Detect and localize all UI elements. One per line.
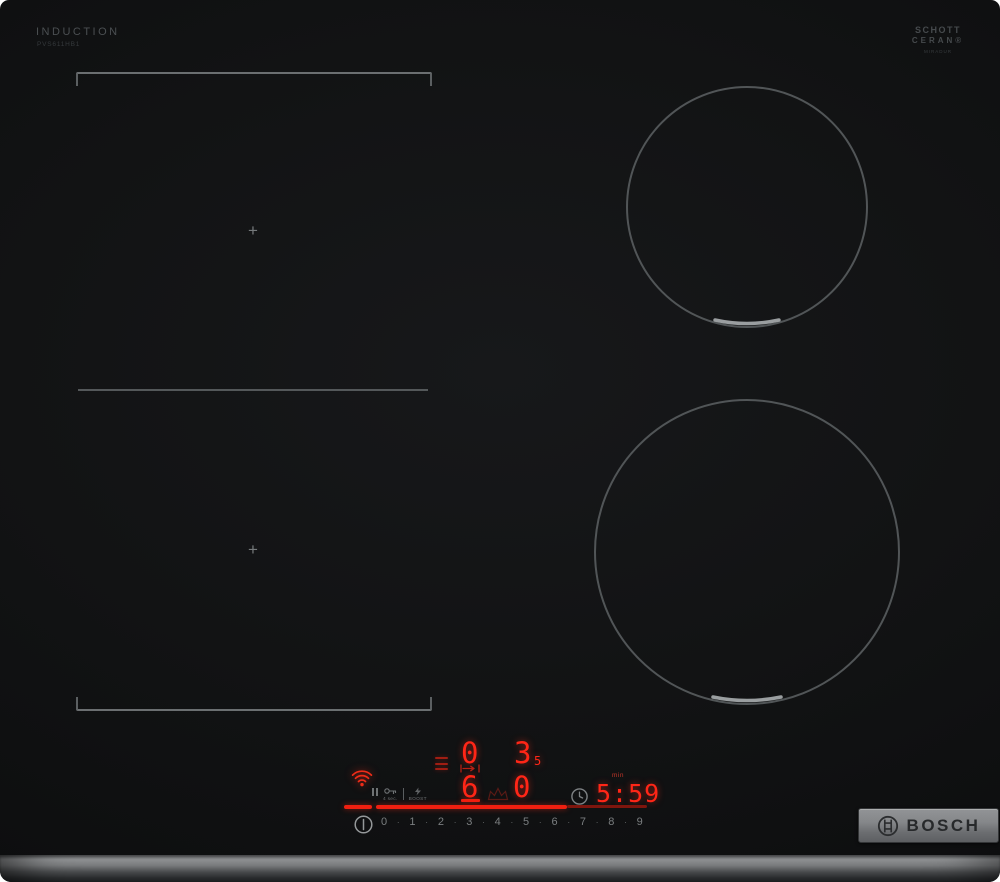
bosch-symbol-icon (877, 815, 898, 836)
front-right-zone-marker (711, 695, 783, 703)
front-right-zone-circle (594, 399, 900, 705)
clock-icon[interactable] (570, 787, 589, 806)
bosch-logo-text: BOSCH (906, 815, 981, 835)
power-button[interactable] (353, 814, 374, 835)
scale-number-0[interactable]: 0 (381, 816, 387, 828)
schott-line1: SCHOTT (915, 25, 961, 35)
front-trim-strip (0, 855, 1000, 882)
boost-button[interactable]: BOOST (409, 787, 427, 802)
menu-lines-icon (435, 757, 448, 774)
timer-unit-label: min (612, 772, 624, 779)
bosch-badge: BOSCH (858, 808, 999, 843)
scale-number-2[interactable]: 2 (438, 816, 444, 828)
pause-icon (372, 788, 378, 796)
scale-number-1[interactable]: 1 (409, 816, 415, 828)
wifi-icon (351, 770, 373, 787)
scale-dot: · (510, 817, 514, 827)
scale-number-5[interactable]: 5 (523, 816, 529, 828)
scale-dot: · (595, 817, 599, 827)
schott-line2: CERAN® (911, 36, 965, 45)
key-lock-button[interactable]: 4 sec. (383, 787, 398, 802)
induction-hob-surface: INDUCTION PVS611HB1 SCHOTT CERAN® MIRADU… (0, 0, 1000, 882)
flex-rear-center-cross: + (248, 221, 258, 240)
scale-number-6[interactable]: 6 (551, 816, 557, 828)
slider-segment-main[interactable] (376, 805, 567, 809)
slider-segment-left[interactable] (344, 805, 372, 809)
boost-icon (415, 787, 422, 796)
right-front-level-display[interactable]: 0 (513, 773, 530, 802)
boost-label: BOOST (408, 797, 427, 802)
left-front-level-display[interactable]: 6 (461, 773, 478, 802)
scale-dot: · (453, 817, 457, 827)
schott-ceran-logo: SCHOTT CERAN® MIRADUR (908, 25, 968, 54)
key-lock-label: 4 sec. (383, 797, 398, 802)
control-divider (402, 788, 404, 800)
selected-zone-underline (461, 799, 480, 802)
scale-number-8[interactable]: 8 (608, 816, 614, 828)
induction-label: INDUCTION (36, 26, 120, 38)
scale-dot: · (425, 817, 429, 827)
scale-number-4[interactable]: 4 (495, 816, 501, 828)
power-scale[interactable]: 0 · 1 · 2 · 3 · 4 · 5 · 6 · 7 · 8 · 9 (381, 816, 643, 828)
model-number: PVS611HB1 (37, 41, 81, 48)
fry-sensor-icon (487, 787, 509, 801)
schott-subtext: MIRADUR (924, 49, 952, 54)
pause-button[interactable] (372, 787, 378, 796)
timer-display: 5:59 (596, 779, 661, 808)
slider-segment-dim[interactable] (567, 805, 647, 808)
scale-dot: · (538, 817, 542, 827)
right-rear-half-step-display: 5 (534, 754, 542, 768)
scale-dot: · (624, 817, 628, 827)
scale-number-9[interactable]: 9 (637, 816, 643, 828)
key-lock-icon (384, 788, 396, 794)
flex-front-center-cross: + (248, 540, 258, 559)
scale-number-3[interactable]: 3 (466, 816, 472, 828)
rear-right-zone-marker (713, 318, 781, 326)
flex-zone-top-bracket (76, 72, 432, 86)
flex-zone-bottom-bracket (76, 697, 432, 711)
scale-dot: · (396, 817, 400, 827)
rear-right-zone-circle (626, 86, 868, 328)
scale-dot: · (567, 817, 571, 827)
flex-zone-separator-line (78, 389, 428, 391)
right-rear-level-display[interactable]: 3 (514, 739, 531, 768)
scale-dot: · (481, 817, 485, 827)
scale-number-7[interactable]: 7 (580, 816, 586, 828)
